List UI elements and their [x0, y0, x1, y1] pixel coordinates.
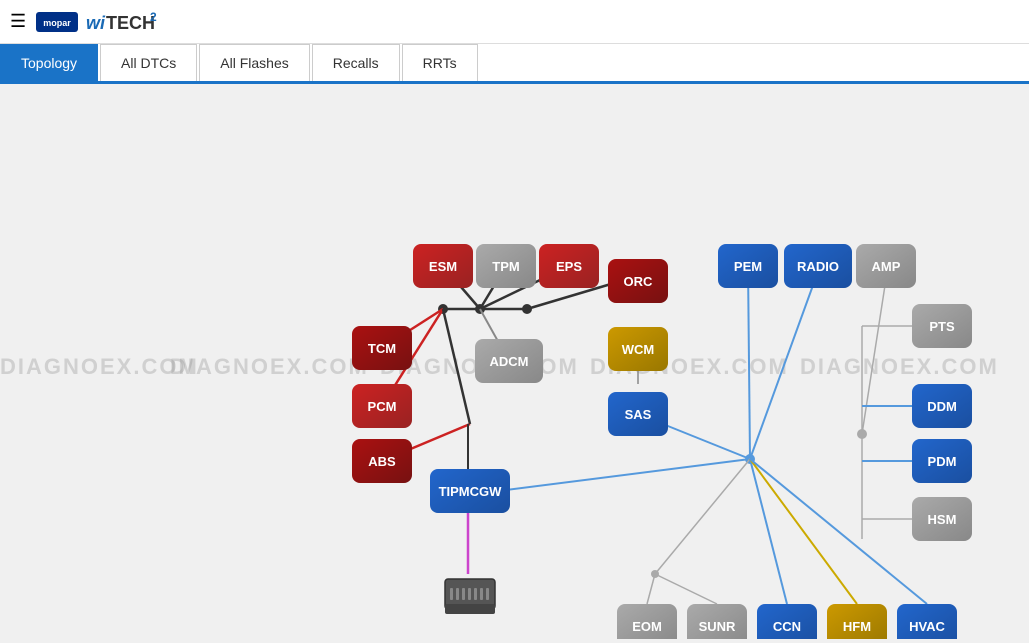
node-CCN[interactable]: CCN	[757, 604, 817, 639]
svg-text:mopar: mopar	[43, 18, 71, 28]
node-ESM[interactable]: ESM	[413, 244, 473, 288]
node-PDM[interactable]: PDM	[912, 439, 972, 483]
node-ABS[interactable]: ABS	[352, 439, 412, 483]
svg-text:2: 2	[150, 10, 157, 24]
obd-connector[interactable]	[440, 574, 500, 624]
tab-all-dtcs[interactable]: All DTCs	[100, 44, 197, 81]
node-EOM[interactable]: EOM	[617, 604, 677, 639]
tab-topology[interactable]: Topology	[0, 44, 98, 81]
tab-recalls[interactable]: Recalls	[312, 44, 400, 81]
node-TCM[interactable]: TCM	[352, 326, 412, 370]
node-ORC[interactable]: ORC	[608, 259, 668, 303]
node-EPS[interactable]: EPS	[539, 244, 599, 288]
witech-logo: wi TECH 2	[84, 7, 164, 37]
node-PEM[interactable]: PEM	[718, 244, 778, 288]
node-WCM[interactable]: WCM	[608, 327, 668, 371]
node-SAS[interactable]: SAS	[608, 392, 668, 436]
tab-rrts[interactable]: RRTs	[402, 44, 478, 81]
node-RADIO[interactable]: RADIO	[784, 244, 852, 288]
topology-canvas: DIAGNOEX.COM DIAGNOEX.COM DIAGNOEX.COM D…	[0, 84, 1029, 639]
node-ADCM[interactable]: ADCM	[475, 339, 543, 383]
node-TPM[interactable]: TPM	[476, 244, 536, 288]
node-DDM[interactable]: DDM	[912, 384, 972, 428]
tab-all-flashes[interactable]: All Flashes	[199, 44, 309, 81]
node-TIPMCGW[interactable]: TIPMCGW	[430, 469, 510, 513]
menu-icon[interactable]: ☰	[10, 11, 26, 32]
node-PCM[interactable]: PCM	[352, 384, 412, 428]
node-HVAC[interactable]: HVAC	[897, 604, 957, 639]
mopar-logo: mopar	[36, 7, 78, 37]
node-HSM[interactable]: HSM	[912, 497, 972, 541]
node-SUNR[interactable]: SUNR	[687, 604, 747, 639]
logo-area: mopar wi TECH 2	[36, 7, 164, 37]
header: ☰ mopar wi TECH 2	[0, 0, 1029, 44]
node-HFM[interactable]: HFM	[827, 604, 887, 639]
tabs-bar: Topology All DTCs All Flashes Recalls RR…	[0, 44, 1029, 84]
svg-text:TECH: TECH	[106, 13, 155, 33]
svg-text:wi: wi	[86, 13, 106, 33]
node-AMP[interactable]: AMP	[856, 244, 916, 288]
node-PTS[interactable]: PTS	[912, 304, 972, 348]
